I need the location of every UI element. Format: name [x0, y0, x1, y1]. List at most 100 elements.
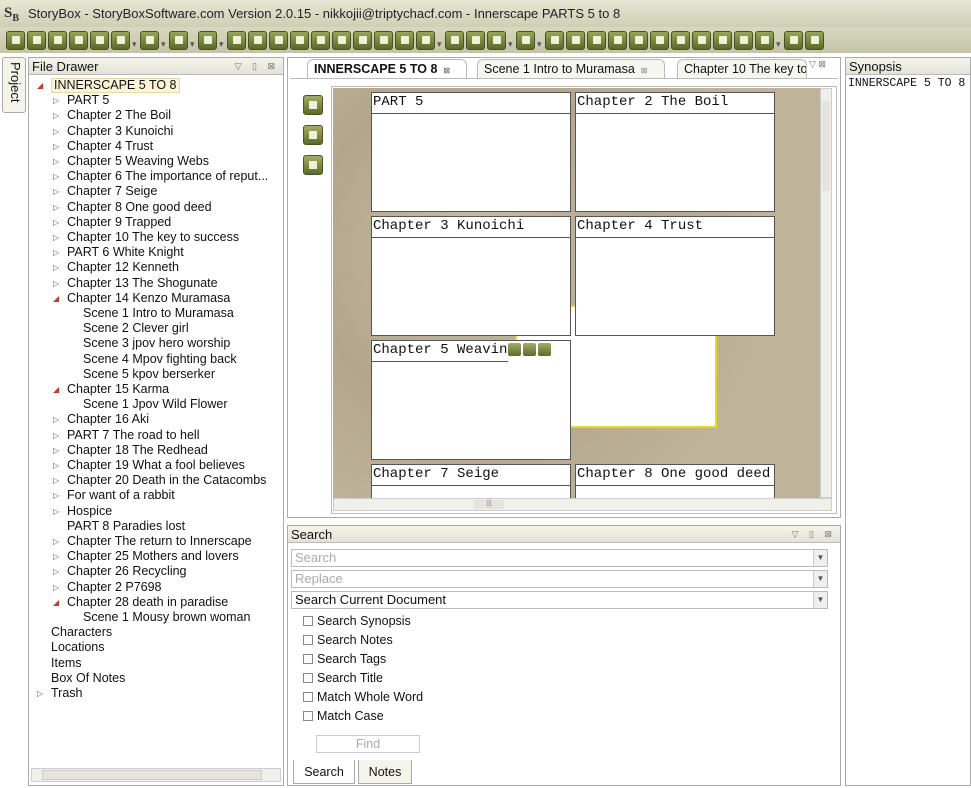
- index-card[interactable]: Chapter 3 Kunoichi: [371, 216, 571, 336]
- tab-project[interactable]: Project: [2, 57, 26, 113]
- tree-item[interactable]: Trash: [51, 686, 83, 701]
- cut-button[interactable]: [587, 30, 606, 50]
- card-title[interactable]: Chapter 4 Trust: [576, 217, 774, 238]
- help-button[interactable]: [784, 30, 803, 50]
- search-option-checkbox[interactable]: Search Synopsis: [303, 614, 411, 628]
- synopsis-text[interactable]: INNERSCAPE 5 TO 8: [846, 75, 970, 92]
- card-title[interactable]: Chapter 7 Seige: [372, 465, 570, 486]
- search-option-checkbox[interactable]: Search Tags: [303, 652, 386, 666]
- check-button[interactable]: [395, 30, 414, 50]
- search-input[interactable]: Search ▼: [291, 549, 828, 567]
- note-button[interactable]: [353, 30, 372, 50]
- tree-item[interactable]: PART 6 White Knight: [67, 245, 184, 260]
- editor-tab[interactable]: INNERSCAPE 5 TO 8 ⊠: [307, 59, 467, 78]
- edit-button[interactable]: [269, 30, 288, 50]
- tree-item[interactable]: Box Of Notes: [51, 671, 125, 686]
- collapsed-arrow-icon[interactable]: ▷: [53, 139, 59, 154]
- collapsed-arrow-icon[interactable]: ▷: [53, 169, 59, 184]
- document-view-button[interactable]: [303, 95, 323, 115]
- tree-item[interactable]: Chapter 3 Kunoichi: [67, 124, 173, 139]
- index-card[interactable]: Chapter 8 One good deed: [575, 464, 775, 498]
- flag-button[interactable]: [311, 30, 330, 50]
- copy-button[interactable]: [608, 30, 627, 50]
- card-title[interactable]: Chapter 5 Weaving Webs: [372, 341, 508, 362]
- align-center-button[interactable]: [734, 30, 753, 50]
- search-button[interactable]: [374, 30, 393, 50]
- checkbox[interactable]: [303, 692, 313, 702]
- tree-item[interactable]: Chapter 18 The Redhead: [67, 443, 208, 458]
- underline-button[interactable]: [692, 30, 711, 50]
- collapsed-arrow-icon[interactable]: ▷: [53, 488, 59, 503]
- card-title[interactable]: Chapter 3 Kunoichi: [372, 217, 570, 238]
- collapsed-arrow-icon[interactable]: ▷: [53, 215, 59, 230]
- collapsed-arrow-icon[interactable]: ▷: [53, 549, 59, 564]
- checkbox[interactable]: [303, 654, 313, 664]
- tree-item[interactable]: PART 7 The road to hell: [67, 428, 200, 443]
- collapsed-arrow-icon[interactable]: ▷: [37, 686, 43, 701]
- tree-item[interactable]: Chapter 26 Recycling: [67, 564, 187, 579]
- expanded-arrow-icon[interactable]: ◢: [53, 291, 59, 306]
- collapsed-arrow-icon[interactable]: ▷: [53, 260, 59, 275]
- grid-button[interactable]: [445, 30, 464, 50]
- tree-item[interactable]: Chapter The return to Innerscape: [67, 534, 252, 549]
- panel-controls[interactable]: ▽ ▯ ⊠: [792, 529, 840, 540]
- panel-controls[interactable]: ▽ ▯ ⊠: [235, 61, 283, 72]
- tree-item[interactable]: Chapter 4 Trust: [67, 139, 153, 154]
- tree-item[interactable]: Locations: [51, 640, 105, 655]
- collapsed-arrow-icon[interactable]: ▷: [53, 200, 59, 215]
- left-icon[interactable]: [523, 343, 536, 356]
- italic-button[interactable]: [671, 30, 690, 50]
- collapsed-arrow-icon[interactable]: ▷: [53, 276, 59, 291]
- collapsed-arrow-icon[interactable]: ▷: [53, 428, 59, 443]
- collapsed-arrow-icon[interactable]: ▷: [53, 564, 59, 579]
- select-button[interactable]: [6, 30, 25, 50]
- close-tab-icon[interactable]: ⊠: [443, 66, 450, 75]
- tree-item[interactable]: Chapter 7 Seige: [67, 184, 157, 199]
- tree-item[interactable]: Scene 1 Mousy brown woman: [83, 610, 250, 625]
- collapsed-arrow-icon[interactable]: ▷: [53, 443, 59, 458]
- search-option-checkbox[interactable]: Search Notes: [303, 633, 393, 647]
- upload-button[interactable]: [69, 30, 88, 50]
- collapsed-arrow-icon[interactable]: ▷: [53, 412, 59, 427]
- doc-button[interactable]: [227, 30, 246, 50]
- vertical-scrollbar[interactable]: [820, 88, 832, 498]
- right-icon[interactable]: [538, 343, 551, 356]
- tree-item[interactable]: Scene 5 kpov berserker: [83, 367, 215, 382]
- tree-item[interactable]: Chapter 25 Mothers and lovers: [67, 549, 239, 564]
- new-document-button[interactable]: [111, 30, 130, 50]
- tree-item[interactable]: PART 8 Paradies lost: [67, 519, 185, 534]
- checkbox[interactable]: [303, 711, 313, 721]
- tree-item[interactable]: Characters: [51, 625, 112, 640]
- expanded-arrow-icon[interactable]: ◢: [53, 382, 59, 397]
- list-view-button[interactable]: [303, 155, 323, 175]
- close-tab-icon[interactable]: ⊠: [641, 66, 648, 75]
- collapsed-arrow-icon[interactable]: ▷: [53, 108, 59, 123]
- paste-button[interactable]: [629, 30, 648, 50]
- rotate-right-button[interactable]: [566, 30, 585, 50]
- card-title[interactable]: PART 5: [372, 93, 570, 114]
- rotate-left-button[interactable]: [545, 30, 564, 50]
- index-card[interactable]: Chapter 5 Weaving Webs: [371, 340, 571, 460]
- tree-item[interactable]: Chapter 20 Death in the Catacombs: [67, 473, 266, 488]
- chart-button[interactable]: [332, 30, 351, 50]
- redo-button[interactable]: [198, 30, 217, 50]
- editor-panel-controls[interactable]: ▽ ⊠: [809, 59, 826, 70]
- tree-item[interactable]: Chapter 13 The Shogunate: [67, 276, 218, 291]
- tree-item[interactable]: Scene 4 Mpov fighting back: [83, 352, 237, 367]
- collapsed-arrow-icon[interactable]: ▷: [53, 458, 59, 473]
- pipe-button[interactable]: [516, 30, 535, 50]
- checkbox[interactable]: [303, 673, 313, 683]
- index-card[interactable]: Chapter 7 Seige: [371, 464, 571, 498]
- tree-item[interactable]: Chapter 5 Weaving Webs: [67, 154, 209, 169]
- find-button[interactable]: Find: [316, 735, 420, 753]
- index-card[interactable]: PART 5: [371, 92, 571, 212]
- tree-item[interactable]: Chapter 6 The importance of reput...: [67, 169, 268, 184]
- index-card[interactable]: Chapter 4 Trust: [575, 216, 775, 336]
- editor-tab[interactable]: Chapter 10 The key to success: [677, 59, 807, 78]
- info-button[interactable]: [290, 30, 309, 50]
- undo-button[interactable]: [169, 30, 188, 50]
- tree-item[interactable]: Chapter 19 What a fool believes: [67, 458, 245, 473]
- align-left-button[interactable]: [713, 30, 732, 50]
- replace-input[interactable]: Replace ▼: [291, 570, 828, 588]
- tree-item[interactable]: Chapter 14 Kenzo Muramasa: [67, 291, 230, 306]
